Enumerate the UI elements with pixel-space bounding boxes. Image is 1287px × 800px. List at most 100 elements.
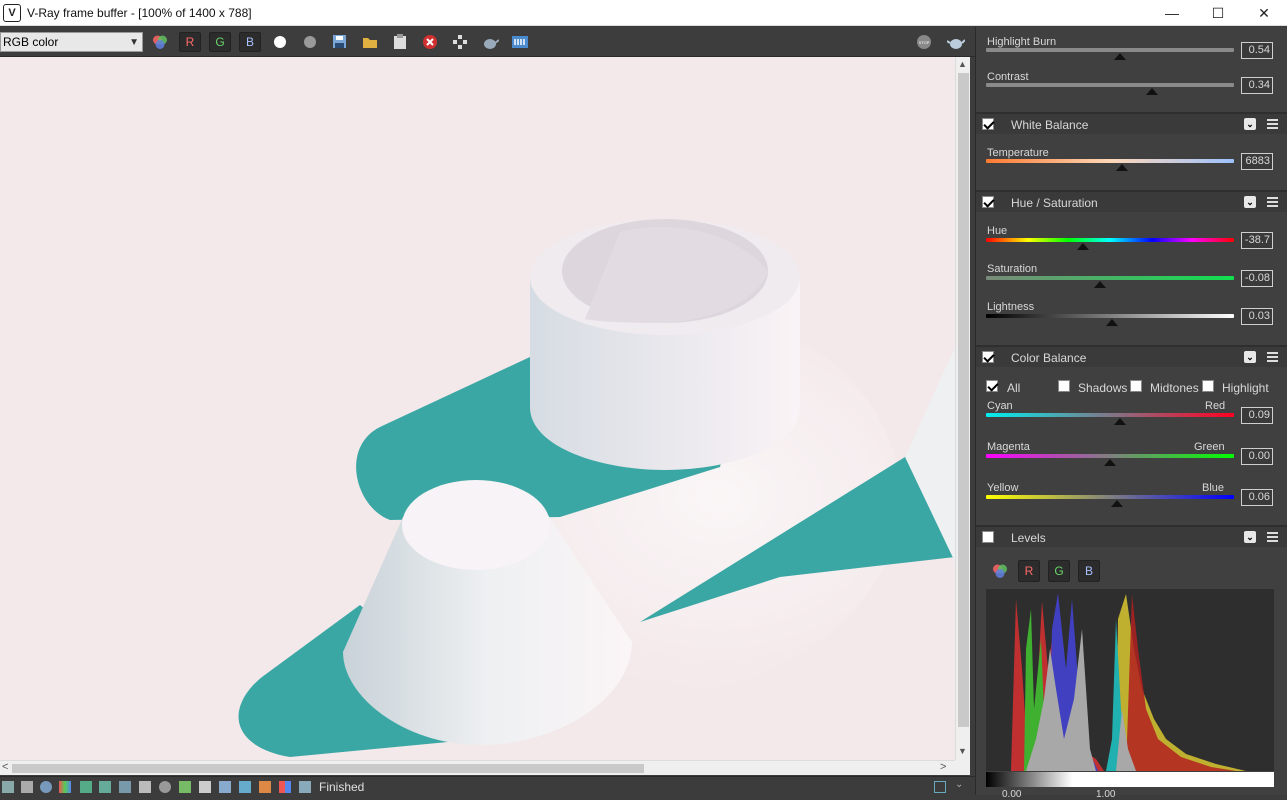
levels-color-channels-icon[interactable] [989, 560, 1011, 582]
scroll-left-icon[interactable]: < [2, 761, 8, 773]
pixel-info-icon[interactable] [80, 781, 92, 793]
ab-compare-icon[interactable] [119, 781, 131, 793]
hue-knob[interactable] [1076, 243, 1089, 250]
saturation-knob[interactable] [1094, 281, 1107, 288]
teapot-icon[interactable] [481, 32, 499, 52]
magenta-green-knob[interactable] [1104, 459, 1116, 466]
save-icon[interactable] [331, 32, 349, 52]
cyan-red-slider[interactable] [986, 413, 1234, 417]
yellow-blue-slider[interactable] [986, 495, 1234, 499]
levels-histogram[interactable] [986, 589, 1274, 771]
highlight-burn-value[interactable]: 0.54 [1241, 42, 1273, 59]
levels-green-button[interactable]: G [1048, 560, 1070, 582]
collapse-icon[interactable]: ⌄ [1244, 196, 1256, 208]
collapse-icon[interactable]: ⌄ [1244, 118, 1256, 130]
info-icon[interactable] [40, 781, 52, 793]
history-icon[interactable] [2, 781, 14, 793]
close-button[interactable]: ✕ [1241, 0, 1287, 26]
temperature-slider[interactable] [986, 159, 1234, 163]
stereo-icon[interactable] [279, 781, 291, 793]
white-circle-icon[interactable] [271, 32, 289, 52]
open-folder-icon[interactable] [361, 32, 379, 52]
lightness-slider[interactable] [986, 314, 1234, 318]
exposure-icon[interactable] [179, 781, 191, 793]
vertical-scroll-thumb[interactable] [958, 73, 969, 727]
log-icon[interactable] [21, 781, 33, 793]
scroll-down-icon[interactable]: ▼ [958, 746, 967, 756]
hue-value[interactable]: -38.7 [1241, 232, 1273, 249]
menu-icon[interactable] [1267, 119, 1278, 129]
highlight-burn-slider[interactable] [986, 48, 1234, 52]
settings-icon[interactable] [159, 781, 171, 793]
levels-header: Levels ⌄ [976, 525, 1287, 547]
expand-icon[interactable]: ⌄ [955, 779, 967, 791]
lut-icon[interactable] [139, 781, 151, 793]
horizontal-scroll-thumb[interactable] [12, 764, 644, 773]
saturation-value[interactable]: -0.08 [1241, 270, 1273, 287]
temperature-value[interactable]: 6883 [1241, 153, 1273, 170]
menu-icon[interactable] [1267, 352, 1278, 362]
track-mouse-icon[interactable] [451, 32, 469, 52]
color-channels-icon[interactable] [150, 32, 170, 52]
pin-icon[interactable] [934, 781, 946, 793]
levels-checkbox[interactable] [982, 531, 994, 543]
minimize-button[interactable]: — [1149, 0, 1195, 26]
white-balance-checkbox[interactable] [982, 118, 994, 130]
lock-icon[interactable] [299, 781, 311, 793]
vertical-scrollbar[interactable]: ▲ ▼ [955, 57, 970, 760]
temperature-knob[interactable] [1116, 164, 1129, 171]
hue-slider[interactable] [986, 238, 1234, 242]
blue-channel-button[interactable]: B [239, 32, 261, 52]
contrast-slider[interactable] [986, 83, 1234, 87]
red-channel-button[interactable]: R [179, 32, 201, 52]
magenta-green-slider[interactable] [986, 454, 1234, 458]
magenta-green-value[interactable]: 0.00 [1241, 448, 1273, 465]
levels-blue-button[interactable]: B [1078, 560, 1100, 582]
render-teapot-icon[interactable] [946, 32, 966, 52]
red-label: Red [1205, 400, 1226, 412]
scroll-right-icon[interactable]: > [940, 761, 946, 773]
all-checkbox[interactable] [986, 380, 998, 392]
cyan-label: Cyan [987, 400, 1013, 412]
render-viewport[interactable] [0, 57, 955, 760]
lightness-value[interactable]: 0.03 [1241, 308, 1273, 325]
cyan-red-knob[interactable] [1113, 418, 1126, 425]
temperature-label: Temperature [987, 147, 1049, 159]
scroll-up-icon[interactable]: ▲ [958, 59, 967, 69]
green-channel-button[interactable]: G [209, 32, 231, 52]
lens-effects-icon[interactable] [510, 32, 530, 52]
lightness-knob[interactable] [1106, 319, 1119, 326]
contrast-value[interactable]: 0.34 [1241, 77, 1273, 94]
clear-icon[interactable] [421, 32, 439, 52]
menu-icon[interactable] [1267, 532, 1278, 542]
saturation-slider[interactable] [986, 276, 1234, 280]
curve-icon[interactable] [199, 781, 211, 793]
grey-circle-icon[interactable] [301, 32, 319, 52]
histogram-icon[interactable] [239, 781, 251, 793]
levels-gradient[interactable] [986, 772, 1274, 787]
collapse-icon[interactable]: ⌄ [1244, 531, 1256, 543]
hue-saturation-checkbox[interactable] [982, 196, 994, 208]
midtones-checkbox[interactable] [1130, 380, 1142, 392]
contrast-knob[interactable] [1146, 88, 1159, 95]
shadows-checkbox[interactable] [1058, 380, 1070, 392]
yellow-blue-value[interactable]: 0.06 [1241, 489, 1273, 506]
levels-red-button[interactable]: R [1018, 560, 1040, 582]
stop-icon[interactable]: STOP [915, 32, 933, 52]
maximize-button[interactable]: ☐ [1195, 0, 1241, 26]
menu-icon[interactable] [1267, 197, 1278, 207]
channel-select[interactable]: RGB color ▼ [0, 32, 143, 52]
cyan-red-value[interactable]: 0.09 [1241, 407, 1273, 424]
compare-icon[interactable] [99, 781, 111, 793]
highlight-burn-knob[interactable] [1113, 53, 1126, 60]
color-balance-title: Color Balance [1011, 351, 1087, 365]
yellow-blue-knob[interactable] [1111, 500, 1124, 507]
collapse-icon[interactable]: ⌄ [1244, 351, 1256, 363]
clipboard-icon[interactable] [391, 32, 409, 52]
color-balance-checkbox[interactable] [982, 351, 994, 363]
highlight-checkbox[interactable] [1202, 380, 1214, 392]
background-icon[interactable] [219, 781, 231, 793]
region-icon[interactable] [259, 781, 271, 793]
color-correction-icon[interactable] [59, 781, 71, 793]
horizontal-scrollbar[interactable]: < > [0, 760, 955, 775]
